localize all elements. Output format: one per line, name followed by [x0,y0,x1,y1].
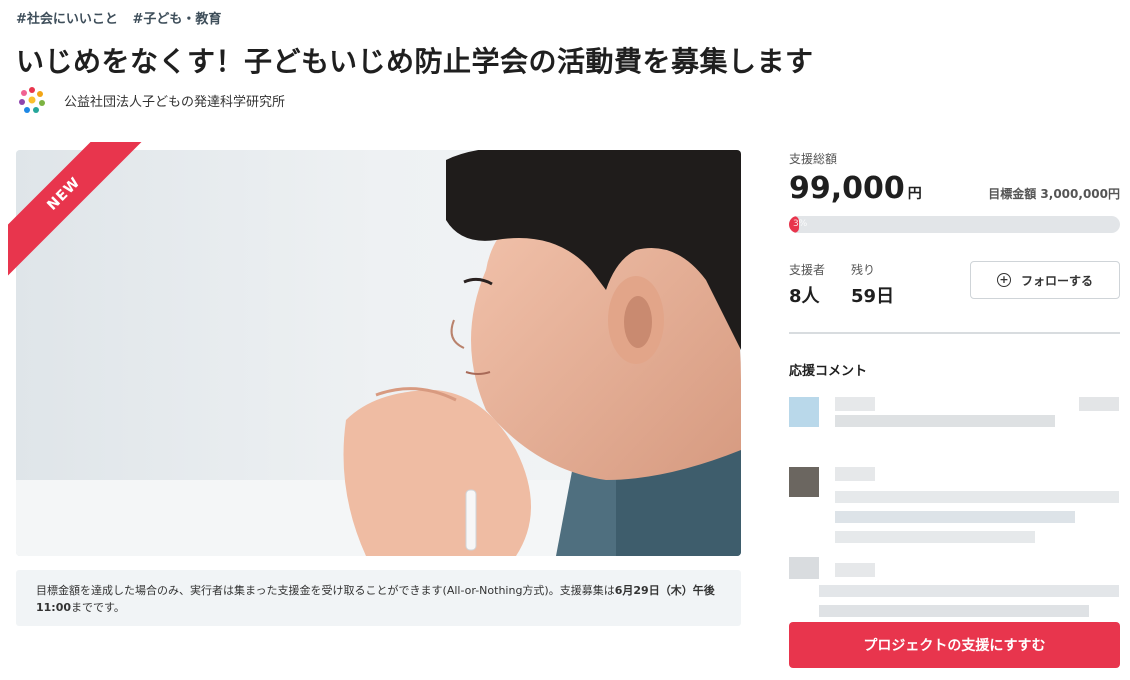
note-text: 目標金額を達成した場合のみ、実行者は集まった支援金を受け取ることができます(Al… [36,584,615,597]
child-thinking-photo [16,150,741,556]
supporters-stat: 支援者 8人 [789,261,825,308]
supporters-value: 8人 [789,286,820,307]
total-amount-value: 99,000 [789,171,905,206]
funding-note: 目標金額を達成した場合のみ、実行者は集まった支援金を受け取ることができます(Al… [16,570,741,626]
follow-button[interactable]: + フォローする [970,261,1120,299]
goal-label: 目標金額 [988,187,1037,201]
remaining-value: 59日 [851,286,895,307]
progress-label: 3% [793,219,808,229]
organization-name: 公益社団法人子どもの発達科学研究所 [64,94,286,110]
total-label: 支援総額 [789,152,838,166]
flower-logo-icon [19,87,45,113]
tag-link[interactable]: #子ども・教育 [132,12,221,27]
remaining-stat: 残り 59日 [851,261,894,308]
tag-link[interactable]: #社会にいいこと [16,12,118,27]
total-amount: 99,000 円 [789,171,922,206]
total-amount-unit: 円 [907,186,922,202]
comments-heading: 応援コメント [789,364,868,379]
organization[interactable]: 公益社団法人子どもの発達科学研究所 [18,86,285,114]
page-title: いじめをなくす！子どもいじめ防止学会の活動費を募集します [16,45,814,78]
follow-button-label: フォローする [1020,273,1093,288]
hero-image [16,150,741,556]
support-project-button[interactable]: プロジェクトの支援にすすむ [789,622,1120,668]
goal-value: 3,000,000円 [1040,187,1120,201]
funding-panel: 支援総額 99,000 円 目標金額 3,000,000円 3% 支援者 8人 残… [789,150,1120,621]
supporters-label: 支援者 [789,263,826,277]
goal-amount: 目標金額 3,000,000円 [988,185,1120,202]
tag-list: #社会にいいこと #子ども・教育 [16,8,231,27]
progress-bar: 3% [789,216,1120,233]
plus-circle-icon: + [996,273,1011,287]
remaining-label: 残り [851,263,876,277]
divider [789,332,1120,334]
blurred-comments [789,385,1120,621]
note-text-end: までです。 [71,601,125,614]
